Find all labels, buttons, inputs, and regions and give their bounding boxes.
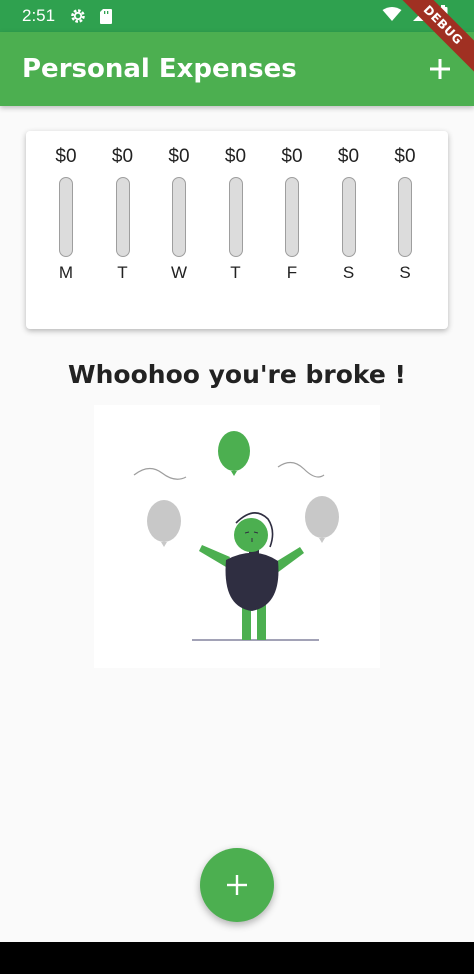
settings-icon — [69, 7, 87, 25]
bar-track — [115, 177, 130, 257]
status-bar: 2:51 — [0, 0, 474, 32]
bar-amount: $0 — [55, 146, 77, 167]
chart-bar-0: $0 M — [38, 145, 94, 283]
bar-amount: $0 — [224, 146, 247, 167]
empty-state-illustration — [94, 405, 380, 668]
empty-state-message: Whoohoo you're broke ! — [68, 360, 406, 389]
bar-track — [172, 177, 186, 257]
bar-track — [285, 177, 299, 257]
chart-bar-6: $0 S — [377, 145, 433, 283]
chart-bar-5: $0 S — [321, 145, 377, 283]
bar-day-label: M — [58, 263, 74, 282]
bar-track — [59, 177, 73, 257]
bar-day-label: T — [117, 263, 128, 282]
chart-bar-3: $0 T — [208, 145, 264, 283]
bar-track — [228, 177, 243, 257]
bar-amount: $0 — [281, 146, 303, 167]
bar-amount: $0 — [111, 146, 134, 167]
chart-bar-2: $0 W — [151, 145, 207, 283]
bar-day-label: S — [342, 263, 355, 282]
add-icon — [227, 875, 247, 895]
app-bar: Personal Expenses — [0, 32, 474, 106]
wifi-icon — [382, 6, 402, 27]
weekly-chart-card: $0 M $0 T $0 W $0 T $0 F $0 S $0 S — [26, 131, 448, 329]
bar-track — [398, 177, 412, 257]
sd-card-icon — [99, 8, 113, 25]
page-title: Personal Expenses — [22, 54, 297, 84]
bar-amount: $0 — [394, 146, 416, 167]
system-nav-bar — [0, 942, 474, 974]
chart-bar-4: $0 F — [264, 145, 320, 283]
chart-bar-1: $0 T — [95, 145, 151, 283]
add-icon — [430, 59, 450, 79]
add-transaction-fab[interactable] — [200, 848, 274, 922]
bar-amount: $0 — [337, 146, 360, 167]
status-time: 2:51 — [22, 6, 56, 25]
add-transaction-button[interactable] — [426, 55, 454, 83]
bar-amount: $0 — [168, 146, 190, 167]
bar-day-label: F — [286, 263, 298, 282]
bar-day-label: S — [399, 263, 411, 282]
bar-day-label: W — [170, 263, 188, 282]
bar-day-label: T — [230, 263, 241, 282]
bar-track — [341, 177, 356, 257]
